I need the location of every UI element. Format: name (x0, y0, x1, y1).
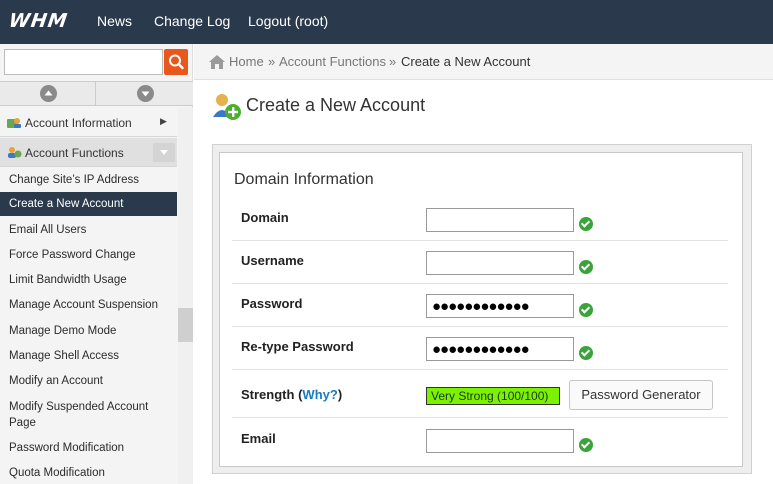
create-account-icon (213, 94, 241, 120)
nav-news[interactable]: News (97, 13, 132, 29)
strength-label: Strength (Why?) (241, 387, 342, 402)
check-icon (579, 303, 593, 317)
sidebar-search (4, 49, 188, 75)
nav-change-log[interactable]: Change Log (154, 13, 230, 29)
sidebar-item-quota-modification[interactable]: Quota Modification (0, 465, 177, 481)
chevron-right-icon: ▶ (160, 116, 167, 126)
breadcrumb-account-functions[interactable]: Account Functions (279, 54, 386, 69)
section-title: Domain Information (234, 171, 374, 188)
check-icon (579, 260, 593, 274)
sidebar-item-password-modification[interactable]: Password Modification (0, 440, 177, 456)
category-account-information[interactable]: Account Information ▶ (0, 108, 177, 137)
breadcrumb: Home » Account Functions » Create a New … (194, 44, 773, 80)
nav-logout[interactable]: Logout (root) (248, 13, 328, 29)
breadcrumb-current: Create a New Account (401, 54, 531, 69)
account-info-icon (7, 118, 21, 128)
row-divider (232, 369, 728, 370)
sidebar-scroll-controls (0, 81, 193, 106)
breadcrumb-separator: » (268, 54, 276, 69)
sidebar-item-change-ip[interactable]: Change Site’s IP Address (0, 172, 177, 188)
account-functions-icon (8, 147, 22, 158)
domain-label: Domain (241, 210, 289, 225)
row-divider (232, 326, 728, 327)
breadcrumb-home[interactable]: Home (229, 54, 264, 69)
search-input[interactable] (4, 49, 163, 75)
email-field[interactable] (426, 429, 574, 453)
home-icon[interactable] (209, 55, 225, 69)
sidebar-item-force-password-change[interactable]: Force Password Change (0, 247, 177, 263)
check-icon (579, 346, 593, 360)
category-label: Account Information (25, 116, 132, 130)
sidebar-item-manage-suspension[interactable]: Manage Account Suspension (0, 297, 177, 313)
arrow-down-icon (137, 85, 154, 102)
category-label: Account Functions (25, 146, 124, 160)
scroll-down-button[interactable] (97, 82, 193, 105)
page-title: Create a New Account (246, 95, 426, 115)
password-label: Password (241, 296, 303, 311)
sidebar-scrollbar-track[interactable] (178, 108, 193, 484)
sidebar-item-modify-suspended-page[interactable]: Modify Suspended Account Page (0, 399, 170, 431)
breadcrumb-separator: » (389, 54, 397, 69)
check-icon (579, 217, 593, 231)
sidebar-item-limit-bandwidth[interactable]: Limit Bandwidth Usage (0, 272, 177, 288)
check-icon (579, 438, 593, 452)
username-label: Username (241, 253, 304, 268)
strength-label-text: Strength (241, 387, 295, 402)
domain-field[interactable] (426, 208, 574, 232)
username-field[interactable] (426, 251, 574, 275)
sidebar-item-manage-shell-access[interactable]: Manage Shell Access (0, 348, 177, 364)
sidebar-item-email-all-users[interactable]: Email All Users (0, 222, 177, 238)
sidebar-item-manage-demo-mode[interactable]: Manage Demo Mode (0, 323, 177, 339)
sidebar-scrollbar-thumb[interactable] (178, 308, 193, 342)
row-divider (232, 283, 728, 284)
chevron-down-icon[interactable] (153, 143, 175, 162)
strength-paren-close: ) (337, 387, 343, 402)
search-icon (169, 54, 184, 70)
row-divider (232, 417, 728, 418)
row-divider (232, 240, 728, 241)
top-navigation-bar: WHM News Change Log Logout (root) (0, 0, 773, 44)
password-field[interactable] (426, 294, 574, 318)
whm-logo[interactable]: WHM (7, 10, 69, 32)
email-label: Email (241, 431, 276, 446)
retype-password-field[interactable] (426, 337, 574, 361)
arrow-up-icon (40, 85, 57, 102)
category-account-functions[interactable]: Account Functions (0, 138, 177, 167)
scroll-up-button[interactable] (0, 82, 96, 105)
password-strength-meter: Very Strong (100/100) (426, 387, 560, 405)
retype-password-label: Re-type Password (241, 339, 354, 354)
why-link[interactable]: Why? (302, 387, 337, 402)
sidebar-item-create-account[interactable]: Create a New Account (0, 192, 177, 216)
sidebar-item-modify-account[interactable]: Modify an Account (0, 373, 177, 389)
search-button[interactable] (164, 49, 188, 75)
password-generator-button[interactable]: Password Generator (569, 380, 713, 410)
